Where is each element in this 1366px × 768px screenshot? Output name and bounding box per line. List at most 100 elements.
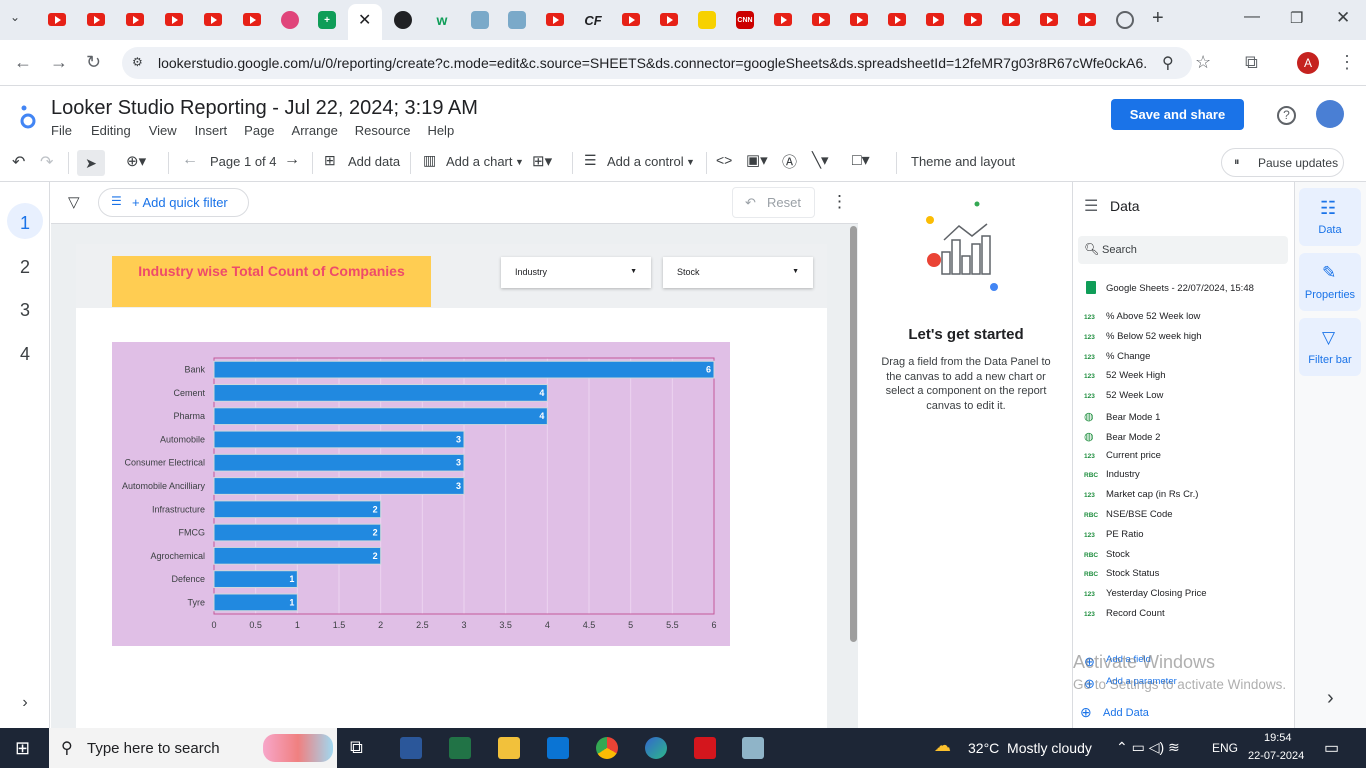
menu-insert[interactable]: Insert bbox=[195, 123, 228, 138]
undo-icon[interactable]: ↶ bbox=[12, 152, 25, 172]
site-tab-icon[interactable] bbox=[1116, 11, 1134, 29]
line-icon[interactable]: ╲▾ bbox=[812, 151, 829, 169]
app-tab-icon[interactable] bbox=[281, 11, 299, 29]
word-icon[interactable] bbox=[400, 737, 422, 759]
community-viz-icon[interactable]: ⊞▾ bbox=[532, 152, 552, 170]
youtube-tab-icon[interactable] bbox=[165, 13, 183, 26]
weather-icon[interactable]: ☁ bbox=[934, 736, 951, 756]
site-tab-icon[interactable] bbox=[508, 11, 526, 29]
page-item[interactable]: 3 bbox=[0, 300, 50, 321]
snipping-tool-icon[interactable] bbox=[742, 737, 764, 759]
youtube-tab-icon[interactable] bbox=[926, 13, 944, 26]
bar[interactable] bbox=[213, 500, 382, 519]
add-control-icon[interactable]: ☰ bbox=[584, 152, 597, 169]
youtube-tab-icon[interactable] bbox=[1002, 13, 1020, 26]
forward-icon[interactable]: → bbox=[50, 52, 68, 73]
youtube-tab-icon[interactable] bbox=[850, 13, 868, 26]
add-chart-button[interactable]: Add a chart bbox=[446, 154, 513, 169]
bar[interactable] bbox=[213, 384, 548, 402]
help-icon[interactable]: ? bbox=[1277, 106, 1296, 125]
save-and-share-button[interactable]: Save and share bbox=[1111, 99, 1244, 130]
field-item[interactable]: 123 Yesterday Closing Price bbox=[1084, 588, 1207, 599]
file-explorer-icon[interactable] bbox=[498, 737, 520, 759]
industry-dropdown-control[interactable]: Industry ▼ bbox=[501, 257, 651, 288]
reset-button[interactable]: ↶ Reset bbox=[732, 187, 815, 218]
youtube-tab-icon[interactable] bbox=[964, 13, 982, 26]
omnibox[interactable]: ⚙ lookerstudio.google.com/u/0/reporting/… bbox=[122, 47, 1192, 79]
bar[interactable] bbox=[213, 546, 382, 565]
zoom-icon[interactable]: ⚲ bbox=[1162, 53, 1174, 73]
back-icon[interactable]: ← bbox=[14, 52, 32, 73]
menu-arrange[interactable]: Arrange bbox=[292, 123, 338, 138]
menu-page[interactable]: Page bbox=[244, 123, 274, 138]
account-avatar[interactable] bbox=[1316, 100, 1344, 128]
field-item[interactable]: ◍ Bear Mode 1 bbox=[1084, 410, 1160, 423]
tab-search-icon[interactable]: ⌄ bbox=[10, 10, 20, 24]
youtube-tab-icon[interactable] bbox=[48, 13, 66, 26]
add-data-icon[interactable]: ⊕ bbox=[1080, 704, 1092, 721]
collapse-panel-icon[interactable]: › bbox=[1327, 687, 1334, 710]
youtube-tab-icon[interactable] bbox=[660, 13, 678, 26]
bar[interactable] bbox=[213, 430, 465, 449]
menu-view[interactable]: View bbox=[149, 123, 177, 138]
filter-icon[interactable]: ▽ bbox=[68, 193, 80, 211]
data-source-name[interactable]: Google Sheets - 22/07/2024, 15:48 bbox=[1106, 283, 1254, 294]
bookmark-star-icon[interactable]: ☆ bbox=[1195, 52, 1211, 73]
youtube-tab-icon[interactable] bbox=[812, 13, 830, 26]
menu-help[interactable]: Help bbox=[427, 123, 454, 138]
rail-data-tab[interactable]: ☷ Data bbox=[1299, 188, 1361, 246]
field-item[interactable]: 123 Record Count bbox=[1084, 608, 1165, 619]
field-item[interactable]: RBC Stock bbox=[1084, 549, 1130, 560]
task-view-icon[interactable]: ⧉ bbox=[350, 737, 363, 758]
youtube-tab-icon[interactable] bbox=[87, 13, 105, 26]
youtube-tab-icon[interactable] bbox=[126, 13, 144, 26]
zoom-icon[interactable]: ⊕▾ bbox=[126, 152, 146, 170]
field-item[interactable]: 123 52 Week Low bbox=[1084, 390, 1163, 401]
reload-icon[interactable]: ↻ bbox=[86, 52, 101, 73]
bar[interactable] bbox=[213, 453, 465, 472]
add-data-link[interactable]: Add Data bbox=[1103, 707, 1149, 719]
notifications-icon[interactable]: ▭ bbox=[1324, 738, 1339, 758]
youtube-tab-icon[interactable] bbox=[243, 13, 261, 26]
page-item[interactable]: 1 bbox=[0, 213, 50, 234]
rail-filter-bar-tab[interactable]: ▽ Filter bar bbox=[1299, 318, 1361, 376]
new-tab-icon[interactable]: + bbox=[1152, 7, 1164, 30]
field-item[interactable]: 123 PE Ratio bbox=[1084, 529, 1144, 540]
menu-resource[interactable]: Resource bbox=[355, 123, 411, 138]
field-item[interactable]: 123 Market cap (in Rs Cr.) bbox=[1084, 489, 1198, 500]
site-info-icon[interactable]: ⚙ bbox=[132, 55, 143, 69]
bar[interactable] bbox=[213, 477, 465, 495]
field-item[interactable]: ◍ Bear Mode 2 bbox=[1084, 430, 1160, 443]
close-window-icon[interactable]: ✕ bbox=[1336, 8, 1350, 28]
add-control-button[interactable]: Add a control bbox=[607, 154, 684, 169]
bar[interactable] bbox=[213, 523, 382, 542]
taskbar-search-box[interactable]: ⚲ Type here to search bbox=[49, 728, 337, 768]
pause-updates-button[interactable]: ⏸ Pause updates bbox=[1221, 148, 1344, 177]
field-item[interactable]: 123 % Change bbox=[1084, 351, 1150, 362]
acrobat-icon[interactable] bbox=[694, 737, 716, 759]
page-item[interactable]: 4 bbox=[0, 344, 50, 365]
field-item[interactable]: RBC Industry bbox=[1084, 469, 1140, 480]
select-pointer-icon[interactable]: ➤ bbox=[77, 150, 105, 176]
youtube-tab-icon[interactable] bbox=[774, 13, 792, 26]
bar[interactable] bbox=[213, 570, 298, 588]
active-tab[interactable]: ✕ bbox=[348, 4, 382, 40]
cf-tab-icon[interactable]: CF bbox=[584, 11, 602, 29]
page-item[interactable]: 2 bbox=[0, 257, 50, 278]
bar-chart[interactable]: 0 0.5 1 1.5 2 2.5 3 3.5 4 4.5 5 5.5 6 Bank 6 Cement 4 Pha… bbox=[112, 342, 730, 646]
weather-text[interactable]: 32°C Mostly cloudy bbox=[968, 740, 1092, 756]
clock-date[interactable]: 22-07-2024 bbox=[1248, 750, 1304, 762]
add-quick-filter-button[interactable]: ☰ + Add quick filter bbox=[98, 188, 249, 217]
chatgpt-tab-icon[interactable] bbox=[394, 11, 412, 29]
next-page-icon[interactable]: → bbox=[284, 151, 300, 169]
report-title[interactable]: Looker Studio Reporting - Jul 22, 2024; … bbox=[51, 97, 478, 120]
youtube-tab-icon[interactable] bbox=[888, 13, 906, 26]
cnn-tab-icon[interactable]: CNN bbox=[736, 11, 754, 29]
shape-icon[interactable]: □▾ bbox=[852, 150, 870, 170]
rail-properties-tab[interactable]: ✎ Properties bbox=[1299, 253, 1361, 311]
youtube-tab-icon[interactable] bbox=[204, 13, 222, 26]
add-chart-chevron-icon[interactable]: ▼ bbox=[515, 157, 524, 167]
tray-icons[interactable]: ⌃ ▭ ◁) ≋ bbox=[1116, 739, 1180, 756]
menu-editing[interactable]: Editing bbox=[91, 123, 131, 138]
close-tab-icon[interactable]: ✕ bbox=[358, 10, 371, 30]
